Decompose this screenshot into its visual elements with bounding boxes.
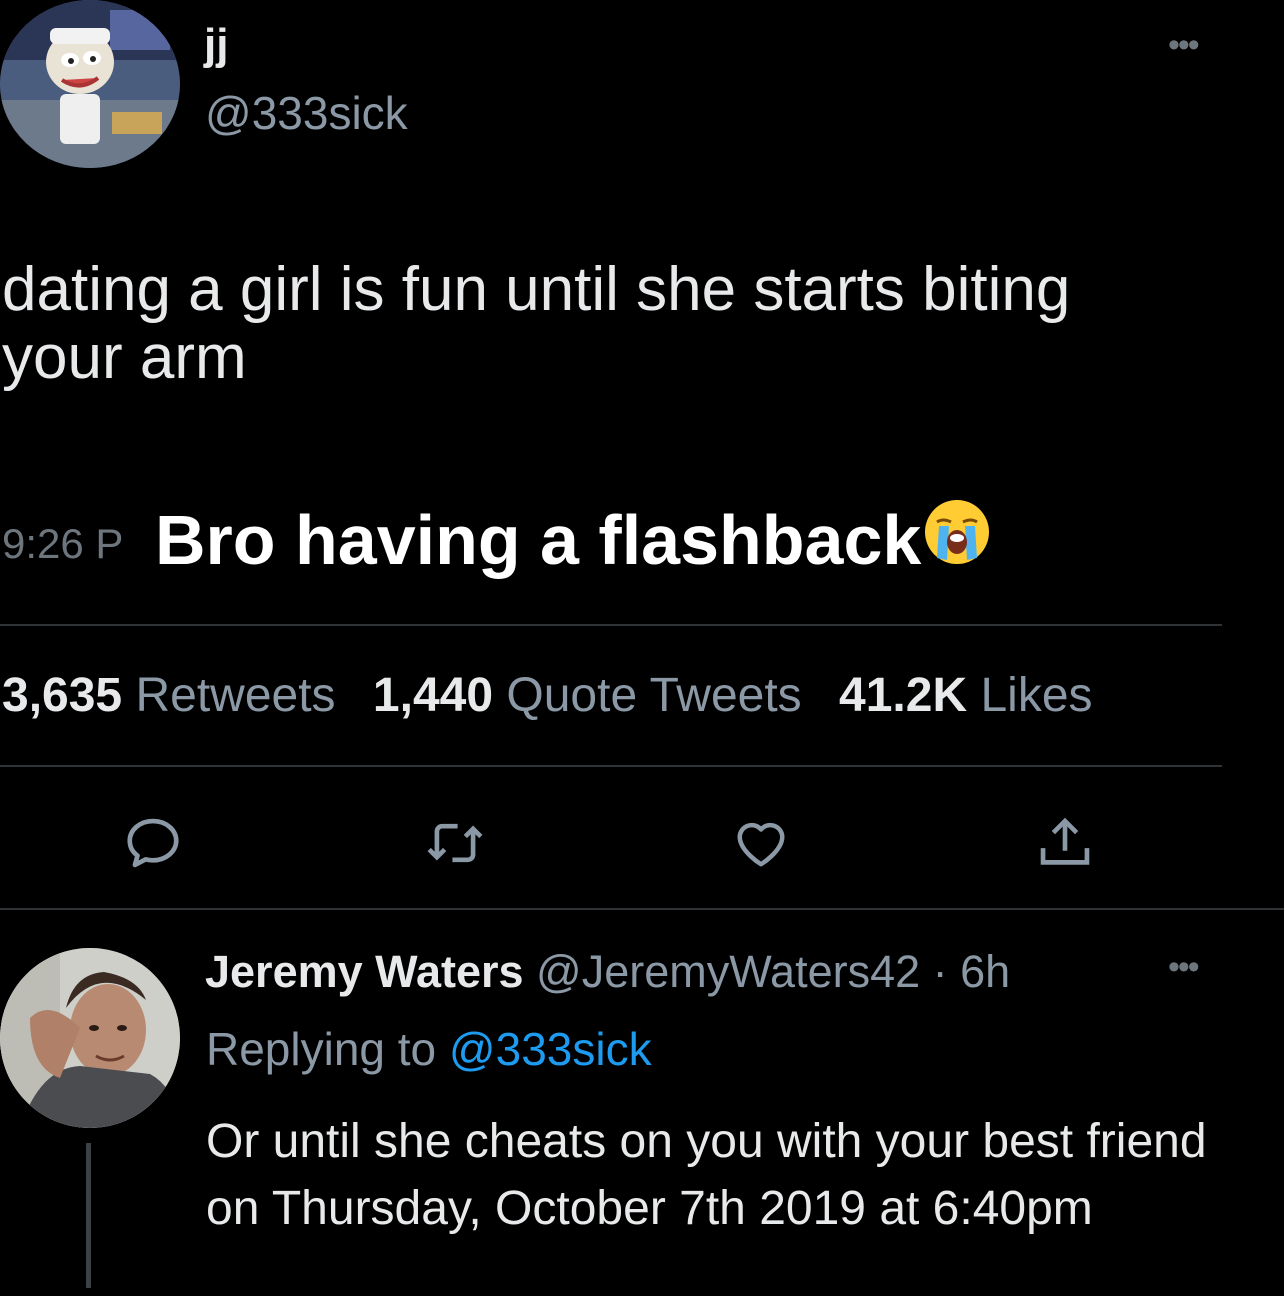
reply-header: Jeremy Waters @JeremyWaters42 · 6h xyxy=(205,946,1010,998)
replying-to-handle[interactable]: @333sick xyxy=(449,1023,652,1075)
display-name[interactable]: jj xyxy=(204,20,228,70)
retweet-button[interactable] xyxy=(420,808,490,878)
tweet-stats: 3,635 Retweets 1,440 Quote Tweets 41.2K … xyxy=(2,668,1117,723)
cartoon-avatar-image xyxy=(0,0,180,168)
loudly-crying-face-icon xyxy=(923,498,991,582)
reply-handle-time[interactable]: @JeremyWaters42 · 6h xyxy=(536,946,1010,997)
reply-text: Or until she cheats on you with your bes… xyxy=(206,1115,1207,1235)
divider xyxy=(0,908,1284,910)
retweets-count[interactable]: 3,635 xyxy=(2,669,122,722)
like-button[interactable] xyxy=(726,808,796,878)
divider xyxy=(0,765,1222,767)
share-button[interactable] xyxy=(1030,808,1100,878)
more-icon[interactable]: ••• xyxy=(1168,26,1200,65)
retweet-icon xyxy=(427,823,483,863)
tweet-text: dating a girl is fun until she starts bi… xyxy=(2,255,1071,392)
tweet-timestamp[interactable]: 9:26 P xyxy=(2,520,123,568)
thread-connector-line xyxy=(86,1143,91,1288)
avatar[interactable] xyxy=(0,0,180,168)
likes-label[interactable]: Likes xyxy=(980,669,1092,722)
replying-to-label: Replying to xyxy=(206,1023,437,1075)
reply-icon xyxy=(127,818,179,868)
overlay-caption-text: Bro having a flashback xyxy=(155,501,922,579)
quote-tweets-label[interactable]: Quote Tweets xyxy=(506,669,801,722)
overlay-caption: Bro having a flashback xyxy=(155,498,991,588)
reply-button[interactable] xyxy=(118,808,188,878)
reply-display-name[interactable]: Jeremy Waters xyxy=(205,946,524,997)
likes-count[interactable]: 41.2K xyxy=(839,669,967,722)
quote-tweets-count[interactable]: 1,440 xyxy=(373,669,493,722)
replying-to: Replying to @333sick xyxy=(206,1022,652,1076)
reply-avatar-image xyxy=(0,948,180,1128)
user-handle[interactable]: @333sick xyxy=(205,86,408,140)
more-icon[interactable]: ••• xyxy=(1168,948,1200,987)
retweets-label[interactable]: Retweets xyxy=(135,669,335,722)
divider xyxy=(0,624,1222,626)
like-icon xyxy=(737,822,785,867)
reply-avatar[interactable] xyxy=(0,948,180,1128)
share-icon xyxy=(1040,817,1090,865)
